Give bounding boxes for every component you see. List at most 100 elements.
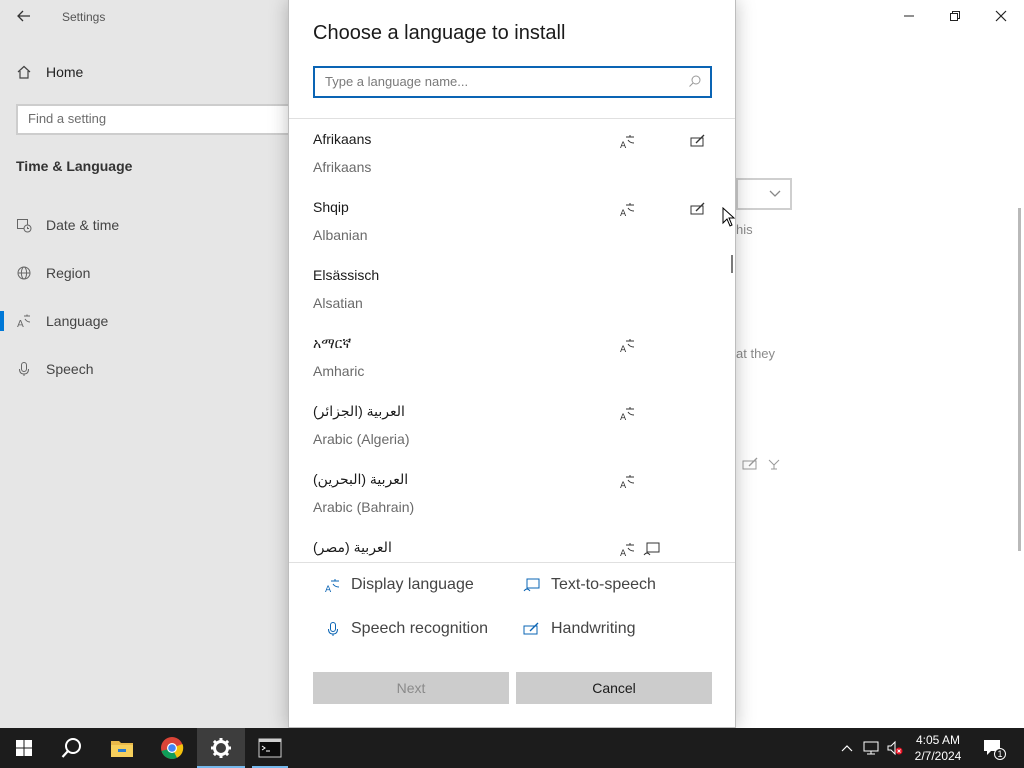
language-english-name: Albanian: [313, 227, 368, 243]
display-language-icon: A: [325, 579, 340, 593]
taskbar-search-button[interactable]: [48, 728, 96, 768]
language-native-name: العربية (مصر): [313, 539, 392, 555]
language-native-name: Shqip: [313, 199, 349, 215]
text-to-speech-icon: [643, 542, 660, 556]
display-language-icon: A: [620, 135, 635, 149]
nav-item-region[interactable]: Region: [0, 253, 289, 293]
clock-date: 2/7/2024: [914, 749, 962, 763]
file-explorer-button[interactable]: [98, 728, 146, 768]
close-button[interactable]: [978, 2, 1024, 30]
action-center-button[interactable]: 1: [980, 728, 1006, 768]
language-english-name: Arabic (Bahrain): [313, 499, 415, 515]
back-button[interactable]: [10, 4, 38, 28]
legend-speech-recognition: Speech recognition: [325, 620, 488, 638]
svg-text:A: A: [620, 549, 627, 557]
find-setting-placeholder: Find a setting: [28, 111, 107, 126]
nav-item-label: Region: [46, 265, 91, 281]
next-button[interactable]: Next: [313, 672, 509, 704]
choose-language-dialog: Choose a language to install Type a lang…: [288, 0, 736, 728]
back-arrow-icon: [17, 10, 30, 22]
handwriting-icon: [690, 202, 705, 215]
language-search-placeholder: Type a language name...: [325, 74, 469, 89]
terminal-button[interactable]: [246, 728, 294, 768]
language-english-name: Amharic: [313, 363, 365, 379]
display-language-icon: A: [620, 543, 635, 557]
language-native-name: Afrikaans: [313, 131, 372, 147]
volume-button[interactable]: [884, 728, 906, 768]
search-icon: [61, 738, 81, 758]
settings-nav-pane: Settings Home Find a setting Time & Lang…: [0, 0, 306, 728]
close-icon: [995, 10, 1007, 22]
restore-button[interactable]: [932, 2, 978, 30]
language-native-name: العربية (البحرين): [313, 471, 409, 487]
display-language-icon: A: [620, 407, 635, 421]
list-item[interactable]: Shqip Albanian A: [313, 189, 713, 257]
language-list[interactable]: Afrikaans Afrikaans A Shqip Albanian A E…: [289, 121, 735, 562]
minimize-button[interactable]: [886, 2, 932, 30]
restore-icon: [950, 11, 960, 21]
windows-logo-icon: [16, 740, 32, 756]
display-language-icon: A: [620, 339, 635, 353]
nav-item-language[interactable]: A Language: [0, 301, 289, 341]
nav-item-label: Language: [46, 313, 109, 329]
network-icon: [863, 741, 879, 755]
background-text-2: at they: [736, 346, 776, 361]
legend-label: Display language: [351, 576, 474, 593]
start-button[interactable]: [0, 728, 48, 768]
display-language-icon: A: [620, 203, 635, 217]
settings-taskbar-button[interactable]: [197, 728, 245, 768]
language-native-name: Elsässisch: [313, 267, 380, 283]
network-button[interactable]: [860, 728, 882, 768]
volume-muted-icon: [887, 740, 903, 756]
minimize-icon: [904, 15, 914, 17]
microphone-icon: [328, 622, 338, 636]
legend-text-to-speech: Text-to-speech: [523, 576, 656, 594]
clock-time: 4:05 AM: [915, 733, 961, 747]
taskbar-clock[interactable]: 4:05 AM 2/7/2024: [908, 732, 968, 764]
legend-display-language: A Display language: [325, 576, 474, 594]
svg-text:A: A: [620, 345, 627, 353]
svg-text:A: A: [620, 209, 627, 217]
text-to-speech-icon: [523, 578, 540, 592]
divider: [289, 118, 735, 119]
page-scrollbar[interactable]: [1018, 208, 1021, 551]
language-native-name: አማርኛ: [313, 335, 352, 351]
nav-item-date-time[interactable]: Date & time: [0, 205, 289, 245]
chevron-up-icon: [841, 745, 853, 752]
nav-item-speech[interactable]: Speech: [0, 349, 289, 389]
show-hidden-icons-button[interactable]: [836, 728, 858, 768]
svg-text:A: A: [620, 413, 627, 421]
handwriting-icon: [690, 134, 705, 147]
section-title: Time & Language: [16, 158, 133, 174]
chevron-down-icon: [769, 190, 781, 197]
cancel-button[interactable]: Cancel: [516, 672, 712, 704]
list-item[interactable]: العربية (مصر) A: [313, 529, 713, 562]
language-native-name: العربية (الجزائر): [313, 403, 405, 419]
legend-label: Speech recognition: [351, 620, 488, 637]
calendar-clock-icon: [16, 217, 32, 233]
dialog-title: Choose a language to install: [313, 22, 566, 44]
list-scrollbar[interactable]: [731, 255, 733, 273]
list-item[interactable]: አማርኛ Amharic A: [313, 325, 713, 393]
notification-count: 1: [994, 748, 1006, 760]
language-english-name: Alsatian: [313, 295, 363, 311]
background-text-1: his: [736, 222, 753, 237]
nav-home[interactable]: Home: [16, 64, 83, 80]
globe-icon: [16, 265, 32, 281]
taskbar: 4:05 AM 2/7/2024 1: [0, 728, 1024, 768]
legend-label: Text-to-speech: [551, 576, 656, 593]
mouse-cursor-icon: [722, 207, 736, 227]
speech-recognition-icon: [768, 459, 780, 470]
nav-home-label: Home: [46, 64, 84, 80]
find-setting-input[interactable]: Find a setting: [16, 104, 306, 135]
list-item[interactable]: العربية (الجزائر) Arabic (Algeria) A: [313, 393, 713, 461]
list-item[interactable]: العربية (البحرين) Arabic (Bahrain) A: [313, 461, 713, 529]
list-item[interactable]: Afrikaans Afrikaans A: [313, 121, 713, 189]
chrome-icon: [161, 737, 184, 759]
handwriting-icon: [742, 457, 758, 470]
nav-item-label: Speech: [46, 361, 94, 377]
list-item[interactable]: Elsässisch Alsatian: [313, 257, 713, 325]
language-english-name: Afrikaans: [313, 159, 372, 175]
language-search-input[interactable]: Type a language name...: [313, 66, 712, 98]
chrome-button[interactable]: [148, 728, 196, 768]
